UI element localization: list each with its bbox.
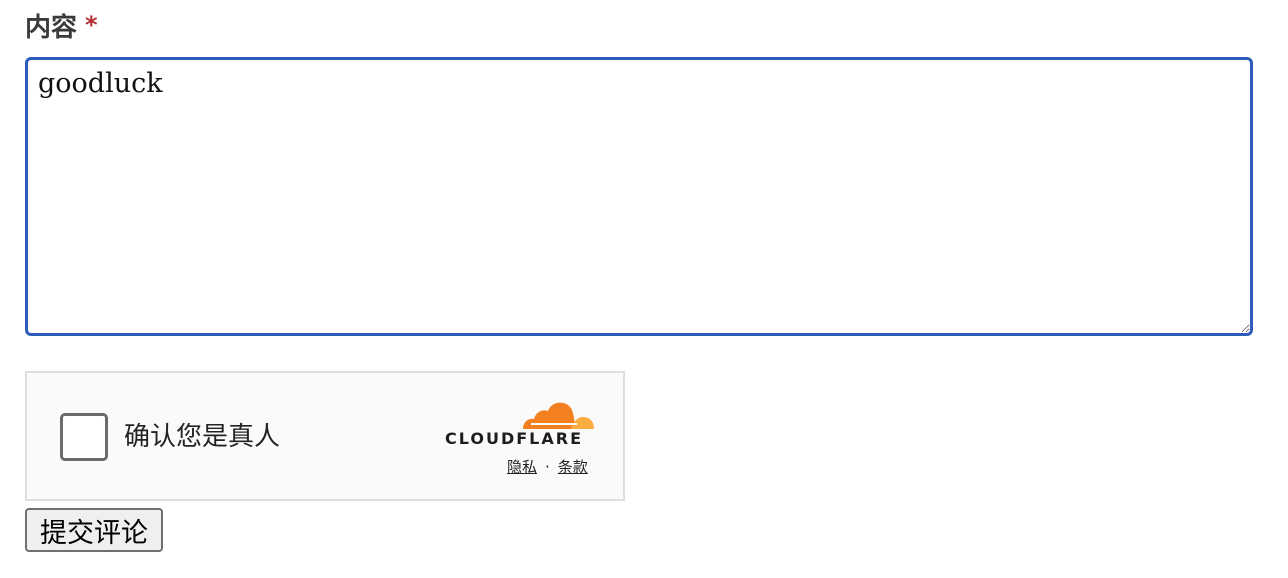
content-label-row: 内容 * (25, 8, 98, 43)
terms-link[interactable]: 条款 (558, 456, 588, 477)
link-separator: · (545, 457, 550, 476)
human-verification-checkbox[interactable] (60, 413, 108, 461)
human-verification-label: 确认您是真人 (124, 422, 281, 452)
submit-comment-button[interactable]: 提交评论 (25, 508, 163, 552)
cloudflare-wordmark: CLOUDFLARE (445, 429, 583, 448)
cloudflare-turnstile-widget: 确认您是真人 CLOUDFLARE 隐私 · 条款 (25, 371, 625, 501)
comment-content-textarea[interactable] (25, 57, 1253, 336)
content-label: 内容 (25, 12, 78, 43)
required-asterisk: * (85, 11, 98, 39)
cloudflare-links: 隐私 · 条款 (507, 456, 588, 477)
privacy-link[interactable]: 隐私 (507, 456, 537, 477)
cloudflare-logo-icon (523, 402, 594, 429)
